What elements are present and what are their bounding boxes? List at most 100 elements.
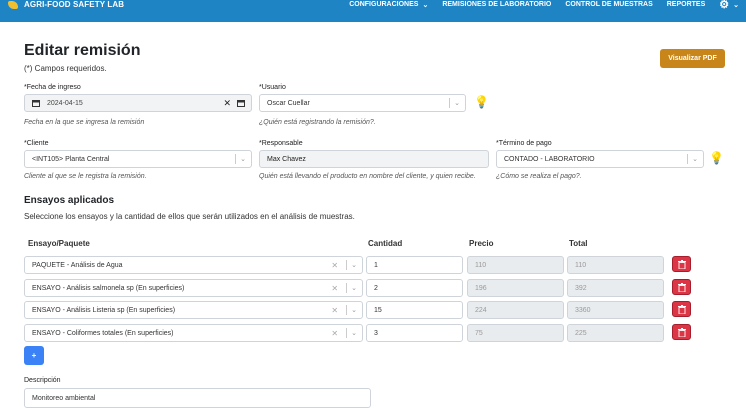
nav-item-configuraciones[interactable]: CONFIGURACIONES ⌄ [342,1,435,9]
chevron-down-icon: ⌄ [454,100,460,107]
view-pdf-button[interactable]: Visualizar PDF [660,49,725,68]
trash-icon [677,282,686,292]
fecha-value: 2024-04-15 [47,99,83,107]
total-value: 3360 [575,306,591,314]
precio-field: 224 [467,301,564,319]
select-controls: ⌄ [683,151,703,167]
ensayo-value: PAQUETE - Análisis de Agua [32,261,123,269]
cliente-select[interactable]: <INT105> Planta Central ⌄ [24,150,252,168]
divider [346,260,348,270]
precio-field: 110 [467,256,564,274]
delete-row-button[interactable] [672,256,691,272]
total-field: 225 [567,324,664,342]
cliente-value: <INT105> Planta Central [32,155,110,163]
select-controls: ⌄ [231,151,251,167]
select-controls: ✕ ⌄ [331,257,362,273]
brand-name: AGRI-FOOD SAFETY LAB [24,0,125,9]
nav-item-label: REMISIONES DE LABORATORIO [442,1,552,8]
cliente-label: *Cliente [24,140,49,147]
cliente-help: Cliente al que se le registra la remisió… [24,173,147,180]
delete-row-button[interactable] [672,324,691,340]
chevron-down-icon: ⌄ [351,330,357,337]
delete-row-button[interactable] [672,301,691,317]
lightbulb-icon[interactable]: 💡 [474,95,489,109]
ensayo-value: ENSAYO - Análisis salmonela sp (En super… [32,284,185,292]
calendar-picker-icon[interactable] [237,99,245,107]
clear-icon[interactable]: ✕ [331,306,338,315]
cantidad-input[interactable]: 1 [366,256,463,274]
precio-field: 75 [467,324,564,342]
cantidad-input[interactable]: 2 [366,279,463,297]
ensayo-select[interactable]: ENSAYO - Coliformes totales (En superfic… [24,324,363,342]
descripcion-label: Descripción [24,377,61,384]
cantidad-value: 15 [374,306,382,314]
fecha-field[interactable]: 2024-04-15 ✕ [24,94,252,112]
ensayo-value: ENSAYO - Coliformes totales (En superfic… [32,329,174,337]
trash-icon [677,259,686,269]
brand[interactable]: AGRI-FOOD SAFETY LAB [8,0,124,9]
chevron-down-icon: ⌄ [692,156,698,163]
nav-item-label: CONTROL DE MUESTRAS [565,1,653,8]
fecha-help: Fecha en la que se ingresa la remisión [24,119,145,126]
cantidad-input[interactable]: 3 [366,324,463,342]
nav-item-label: CONFIGURACIONES [349,1,419,8]
nav-item-remisiones[interactable]: REMISIONES DE LABORATORIO [435,1,558,8]
chevron-down-icon: ⌄ [733,1,739,9]
responsable-label: *Responsable [259,140,303,147]
top-navbar: AGRI-FOOD SAFETY LAB CONFIGURACIONES ⌄ R… [0,0,746,22]
precio-value: 224 [475,306,487,314]
usuario-help: ¿Quién está registrando la remisión?. [259,119,376,126]
total-value: 392 [575,284,587,292]
divider [346,305,348,315]
add-ensayo-button[interactable]: + [24,346,44,365]
responsable-help: Quién está llevando el producto en nombr… [259,173,476,180]
clear-icon[interactable]: ✕ [223,98,231,109]
divider [687,154,689,164]
total-field: 3360 [567,301,664,319]
chevron-down-icon: ⌄ [240,156,246,163]
nav-item-label: REPORTES [666,1,706,8]
descripcion-textarea[interactable]: Monitoreo ambiental [24,388,371,408]
nav-item-reportes[interactable]: REPORTES [660,1,713,8]
usuario-label: *Usuario [259,84,286,91]
termino-select[interactable]: CONTADO - LABORATORIO ⌄ [496,150,704,168]
total-value: 225 [575,329,587,337]
select-controls: ✕ ⌄ [331,280,362,296]
clear-icon[interactable]: ✕ [331,284,338,293]
cantidad-input[interactable]: 15 [366,301,463,319]
total-field: 110 [567,256,664,274]
ensayo-value: ENSAYO - Análisis Listeria sp (En superf… [32,306,176,314]
total-field: 392 [567,279,664,297]
total-value: 110 [575,261,587,269]
select-controls: ✕ ⌄ [331,302,362,318]
page-title: Editar remisión [24,42,141,59]
trash-icon [677,327,686,337]
trash-icon [677,304,686,314]
ensayos-subtitle: Seleccione los ensayos y la cantidad de … [24,212,355,221]
fecha-label: *Fecha de ingreso [24,84,81,91]
clear-icon[interactable]: ✕ [331,329,338,338]
nav-menu: CONFIGURACIONES ⌄ REMISIONES DE LABORATO… [342,0,746,11]
divider [346,283,348,293]
ensayo-select[interactable]: ENSAYO - Análisis Listeria sp (En superf… [24,301,363,319]
ensayo-select[interactable]: PAQUETE - Análisis de Agua ✕ ⌄ [24,256,363,274]
usuario-select[interactable]: Oscar Cuellar ⌄ [259,94,466,112]
lightbulb-icon[interactable]: 💡 [709,151,724,165]
delete-row-button[interactable] [672,279,691,295]
ensayos-title: Ensayos aplicados [24,195,115,206]
settings-menu[interactable]: ⚙ ⌄ [712,0,746,11]
brand-logo-icon [8,0,18,9]
calendar-icon [32,100,40,107]
select-controls: ✕ ⌄ [331,325,362,341]
col-header-ensayo: Ensayo/Paquete [28,239,90,248]
required-note: (*) Campos requeridos. [24,64,107,73]
chevron-down-icon: ⌄ [351,307,357,314]
termino-help: ¿Cómo se realiza el pago?. [496,173,582,180]
precio-field: 196 [467,279,564,297]
nav-item-control-muestras[interactable]: CONTROL DE MUESTRAS [558,1,659,8]
responsable-input[interactable]: Max Chavez [259,150,489,168]
termino-label: *Término de pago [496,140,552,147]
ensayo-select[interactable]: ENSAYO - Análisis salmonela sp (En super… [24,279,363,297]
cantidad-value: 2 [374,284,378,292]
clear-icon[interactable]: ✕ [331,261,338,270]
